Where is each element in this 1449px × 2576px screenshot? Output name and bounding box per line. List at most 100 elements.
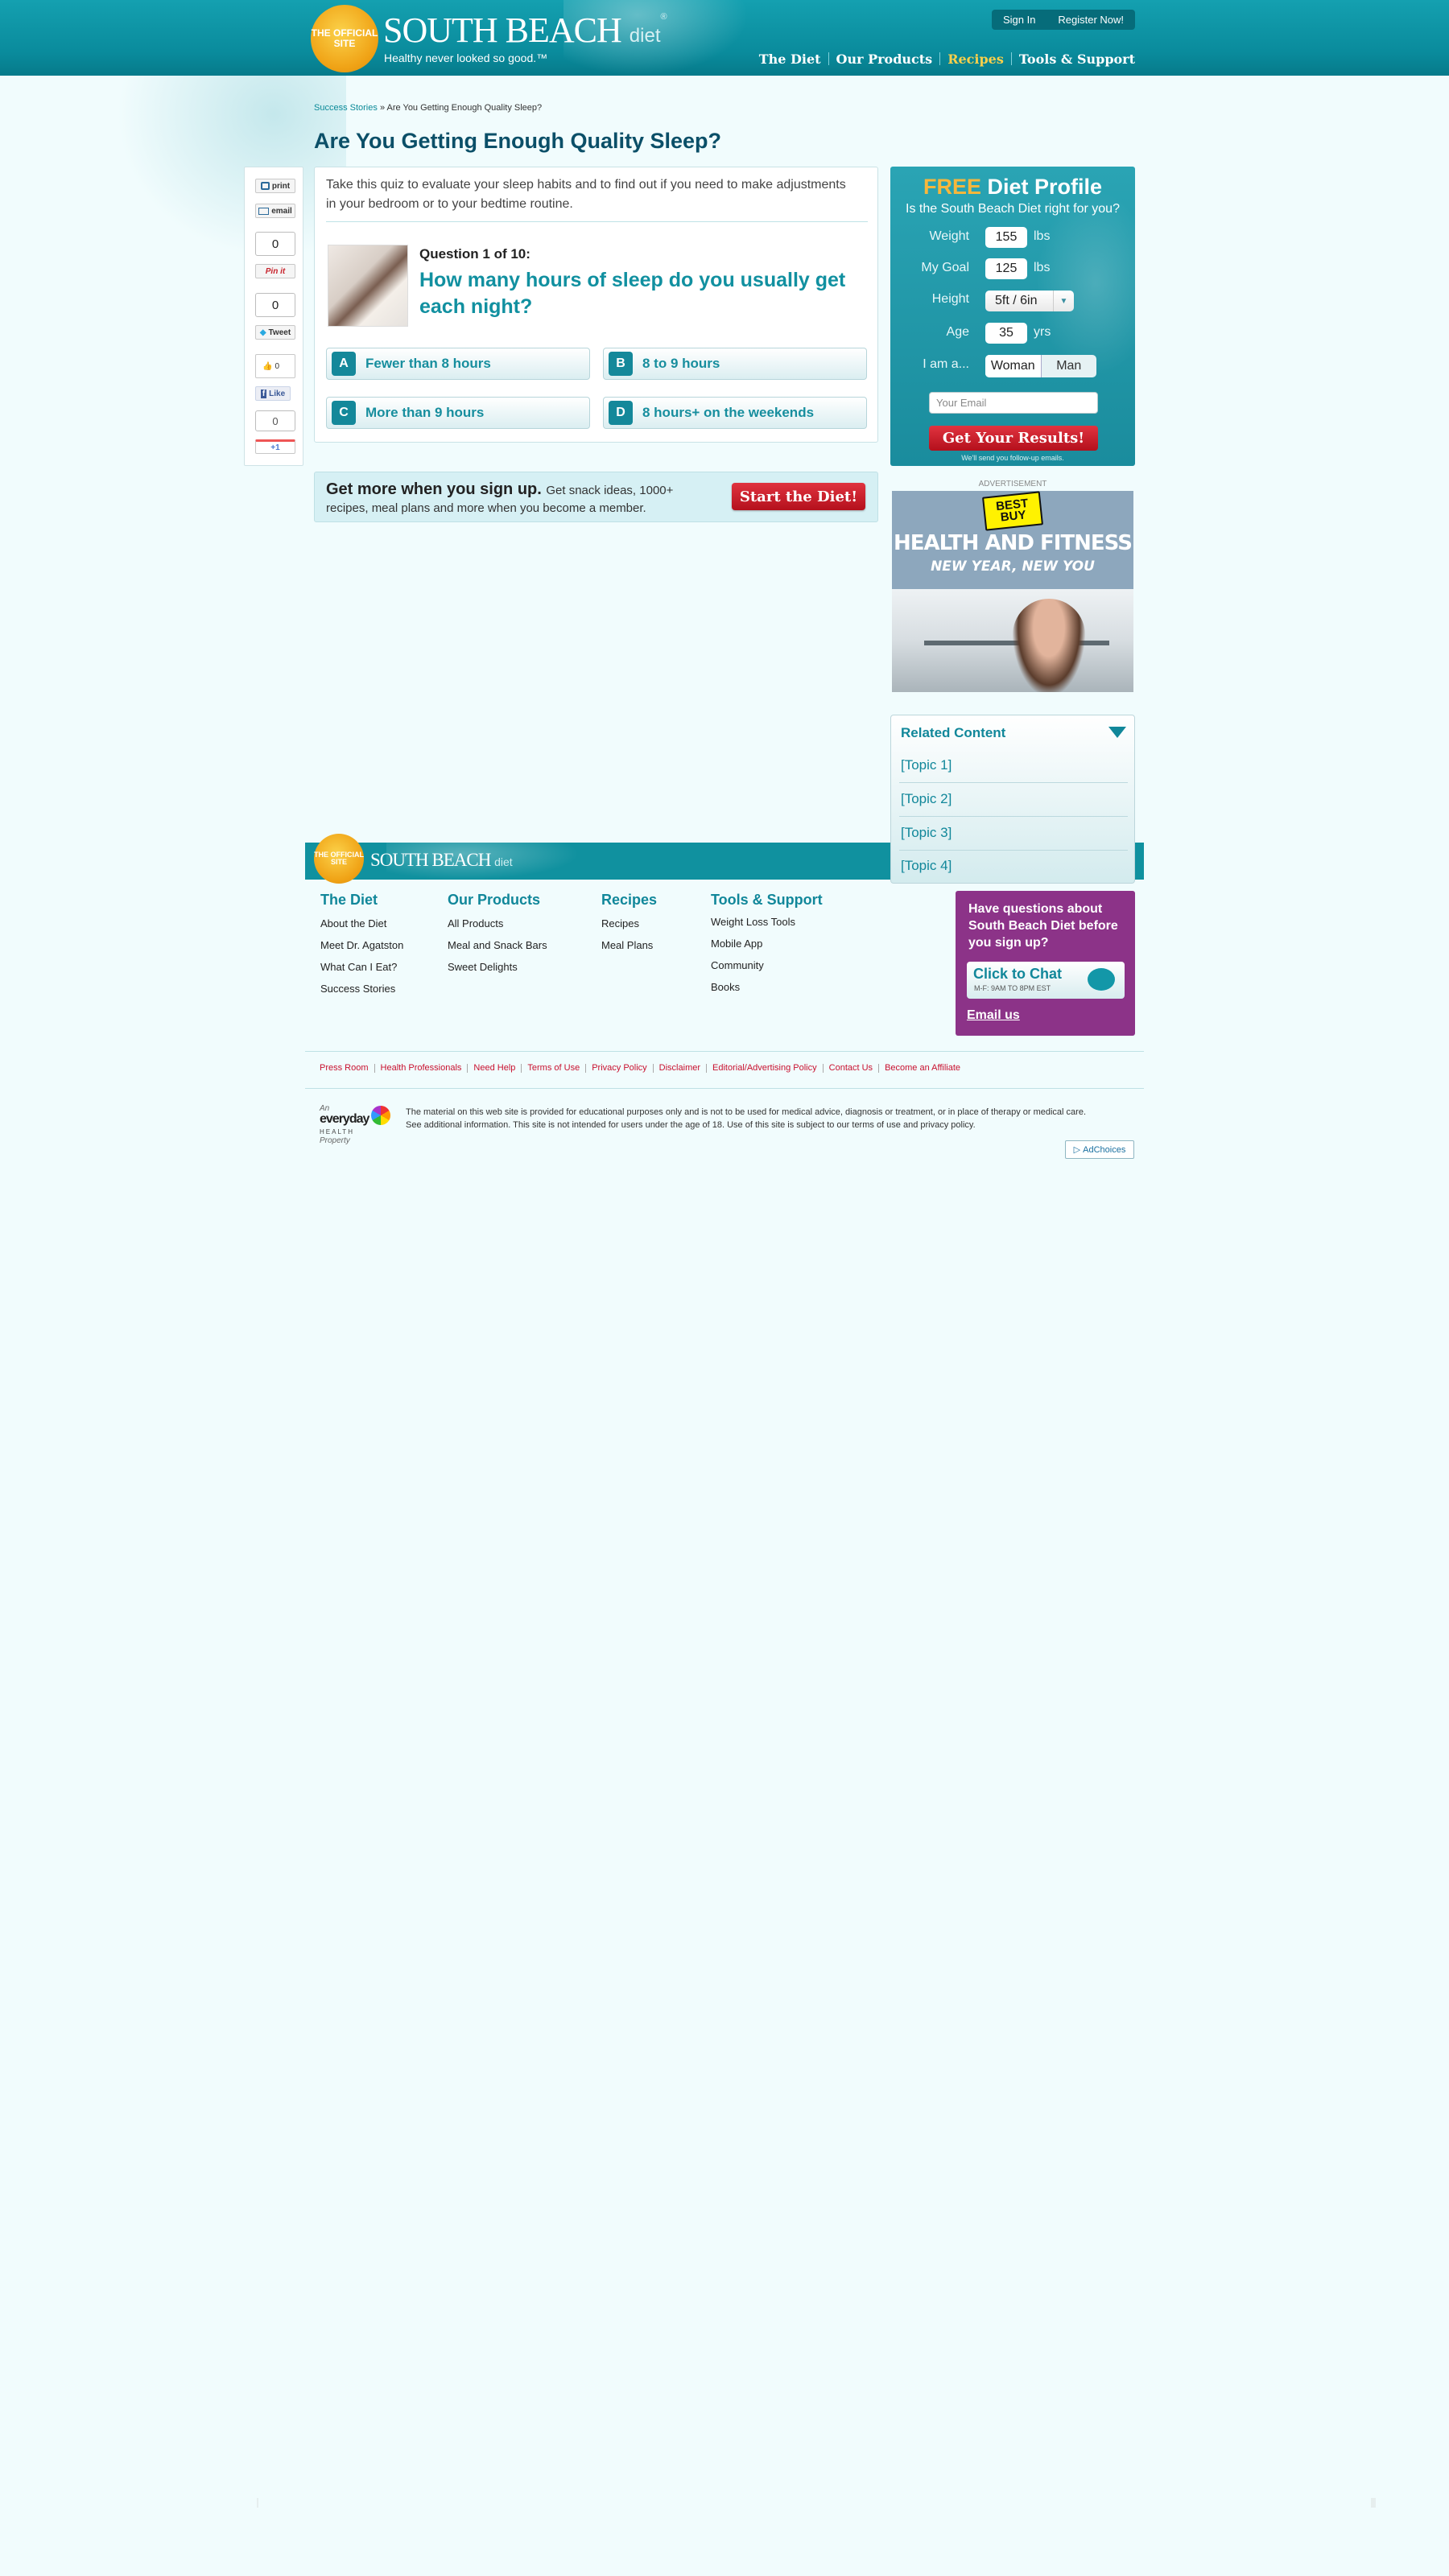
gplus-count: 0 [255,410,295,431]
age-unit: yrs [1034,325,1051,339]
adchoices-button[interactable]: ▷ AdChoices [1065,1140,1134,1159]
chat-heading: Have questions about South Beach Diet be… [968,902,1118,950]
signup-description: recipes, meal plans and more when you be… [326,501,646,515]
legal-link[interactable]: Need Help [473,1063,515,1073]
footer-link[interactable]: Recipes [601,917,639,929]
footer-col-title[interactable]: Our Products [448,892,540,909]
page-marker [1371,2498,1376,2508]
footer-link[interactable]: Books [711,981,740,993]
register-link[interactable]: Register Now! [1058,14,1124,26]
footer-logo[interactable]: SOUTH BEACH diet [370,850,513,871]
answer-option-b[interactable]: B 8 to 9 hours [603,348,867,380]
link-separator [374,1063,375,1073]
page-title: Are You Getting Enough Quality Sleep? [314,129,722,153]
footer-link[interactable]: Meet Dr. Agatston [320,939,403,951]
profile-title-free: FREE [923,175,981,199]
everyday-health-logo[interactable]: An everyday HEALTH Property [320,1104,392,1146]
footer-col-title[interactable]: Recipes [601,892,657,909]
email-count: 0 [255,232,295,256]
footer-col-title[interactable]: Tools & Support [711,892,823,909]
collapse-triangle-icon[interactable] [1108,727,1126,738]
divider [305,1051,1144,1052]
woman-option[interactable]: Woman [985,355,1042,377]
tweet-button[interactable]: ◆ Tweet [255,325,295,340]
link-separator [878,1063,880,1073]
link-separator [652,1063,654,1073]
weight-label: Weight [929,229,969,243]
height-select[interactable]: 5ft / 6in ▼ [985,291,1074,311]
footer-link[interactable]: Community [711,959,764,971]
footer-link[interactable]: Weight Loss Tools [711,916,795,928]
adchoices-triangle-icon: ▷ [1073,1145,1081,1155]
related-topic-link[interactable]: [Topic 3] [901,825,952,841]
palm-leaf-decoration [1035,191,1135,376]
age-label: Age [946,325,969,339]
chat-promo: Have questions about South Beach Diet be… [956,891,1135,1036]
nav-the-diet[interactable]: The Diet [759,52,821,67]
start-diet-button[interactable]: Start the Diet! [732,483,865,510]
nav-recipes[interactable]: Recipes [947,52,1004,67]
man-option[interactable]: Man [1042,355,1097,377]
ad-fitness-photo [892,589,1133,692]
answer-option-a[interactable]: A Fewer than 8 hours [326,348,590,380]
print-button[interactable]: print [255,179,295,193]
nav-tools-support[interactable]: Tools & Support [1019,52,1135,67]
email-share-button[interactable]: email [255,204,295,218]
footer-link[interactable]: Meal and Snack Bars [448,939,547,951]
legal-link[interactable]: Health Professionals [381,1063,462,1073]
divider [899,816,1128,817]
weight-input[interactable]: 155 [985,227,1027,248]
pinterest-button[interactable]: Pin it [255,264,295,278]
footer-link[interactable]: What Can I Eat? [320,961,397,973]
legal-link[interactable]: Terms of Use [527,1063,580,1073]
footer-link[interactable]: Meal Plans [601,939,653,951]
best-buy-ad[interactable]: BEST BUY HEALTH AND FITNESS NEW YEAR, NE… [892,491,1133,692]
email-field[interactable]: Your Email [929,392,1098,414]
like-label: Like [269,389,286,398]
legal-link[interactable]: Privacy Policy [592,1063,646,1073]
goal-input[interactable]: 125 [985,258,1027,279]
answer-option-d[interactable]: D 8 hours+ on the weekends [603,397,867,429]
related-topic-link[interactable]: [Topic 2] [901,791,952,807]
legal-link[interactable]: Become an Affiliate [885,1063,960,1073]
envelope-icon [258,207,270,215]
related-content-title[interactable]: Related Content [901,725,1005,741]
related-topic-link[interactable]: [Topic 1] [901,757,952,773]
legal-link[interactable]: Disclaimer [659,1063,700,1073]
answer-option-c[interactable]: C More than 9 hours [326,397,590,429]
woman-figure [1013,599,1085,692]
nav-our-products[interactable]: Our Products [836,52,933,67]
legal-link[interactable]: Press Room [320,1063,369,1073]
click-to-chat-button[interactable]: Click to Chat M-F: 9AM TO 8PM EST [967,962,1125,999]
footer-link[interactable]: Success Stories [320,983,395,995]
nav-divider [828,52,829,65]
diet-profile-widget: FREE Diet Profile Is the South Beach Die… [890,167,1135,466]
follow-up-note: We'll send you follow-up emails. [961,454,1064,462]
everyday-property: Property [320,1136,350,1145]
get-results-button[interactable]: Get Your Results! [929,426,1098,451]
like-count-box[interactable]: 👍 0 [255,354,295,378]
legal-link[interactable]: Editorial/Advertising Policy [712,1063,817,1073]
facebook-like-button[interactable]: f Like [255,386,291,401]
sign-in-link[interactable]: Sign In [1003,14,1035,26]
email-us-link[interactable]: Email us [967,1008,1020,1023]
ad-headline: HEALTH AND FITNESS [894,531,1133,555]
logo-trademark: ® [660,12,667,22]
legal-link[interactable]: Contact Us [829,1063,873,1073]
related-topic-link[interactable]: [Topic 4] [901,858,952,874]
breadcrumb: Success Stories » Are You Getting Enough… [314,103,542,113]
age-input[interactable]: 35 [985,323,1027,344]
breadcrumb-parent-link[interactable]: Success Stories [314,103,378,113]
footer-col-title[interactable]: The Diet [320,892,378,909]
link-separator [585,1063,587,1073]
footer-link[interactable]: All Products [448,917,503,929]
page-marker [257,2498,258,2508]
footer-link[interactable]: Mobile App [711,938,762,950]
gplus-button[interactable]: +1 [255,439,295,454]
breadcrumb-separator: » [379,103,386,113]
answer-text: Fewer than 8 hours [365,356,491,371]
footer-link[interactable]: About the Diet [320,917,386,929]
site-logo[interactable]: SOUTH BEACH diet ® [383,13,667,48]
email-label: email [271,206,292,216]
footer-link[interactable]: Sweet Delights [448,961,518,973]
